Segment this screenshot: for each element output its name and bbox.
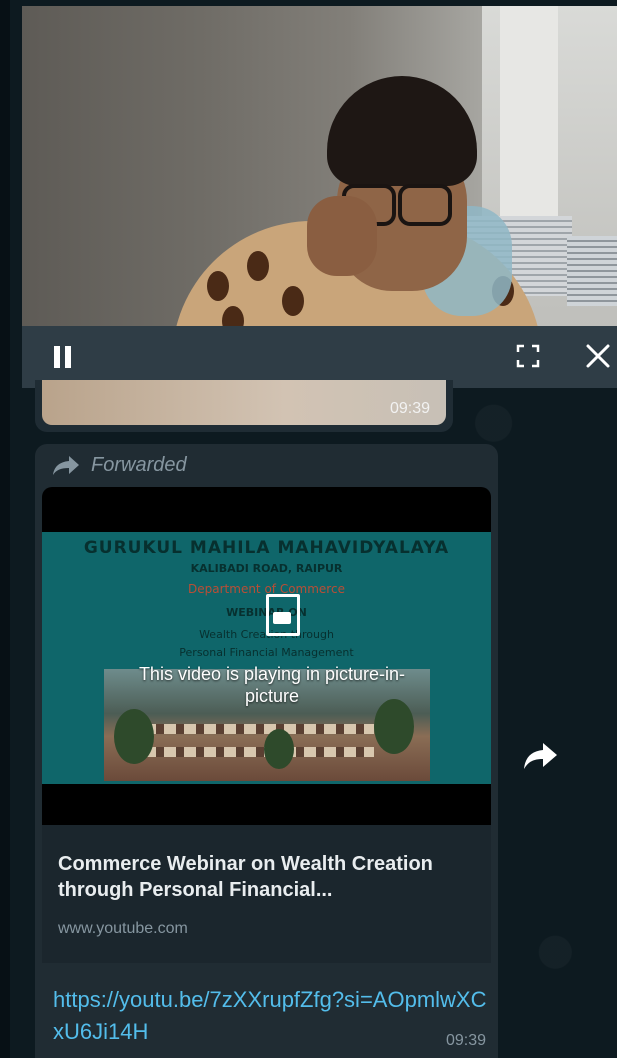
picture-in-picture-icon [266, 594, 300, 636]
college-address: KALIBADI ROAD, RAIPUR [190, 562, 343, 575]
message-link[interactable]: https://youtu.be/7zXXrupfZfg?si=AOpmlwXC… [53, 984, 493, 1048]
previous-media-thumbnail[interactable]: 09:39 [42, 380, 446, 425]
college-name: GURUKUL MAHILA MAHAVIDYALAYA [83, 538, 450, 558]
share-arrow-icon[interactable] [521, 735, 561, 775]
pause-icon[interactable] [54, 346, 72, 368]
link-preview[interactable]: Commerce Webinar on Wealth Creation thro… [42, 825, 491, 963]
left-edge [0, 0, 10, 1058]
previous-message-bubble[interactable]: 09:39 [35, 380, 453, 432]
message-time: 09:39 [445, 1032, 486, 1049]
fullscreen-icon[interactable] [516, 344, 540, 368]
close-icon[interactable] [584, 342, 612, 370]
forwarded-message-bubble[interactable]: Forwarded GURUKUL MAHILA MAHAVIDYALAYA K… [35, 444, 498, 1058]
pip-video-frame[interactable] [22, 6, 617, 326]
pip-controls-bar [22, 326, 617, 388]
topic-line-2: Personal Financial Management [179, 646, 354, 659]
forward-arrow-icon [53, 456, 79, 475]
link-preview-domain: www.youtube.com [58, 920, 188, 937]
link-preview-title: Commerce Webinar on Wealth Creation thro… [58, 853, 433, 901]
video-thumbnail[interactable]: GURUKUL MAHILA MAHAVIDYALAYA KALIBADI RO… [42, 487, 491, 825]
forwarded-label: Forwarded [91, 454, 187, 476]
pip-notice: This video is playing in picture-in-pict… [138, 664, 406, 706]
message-time: 09:39 [389, 400, 430, 417]
